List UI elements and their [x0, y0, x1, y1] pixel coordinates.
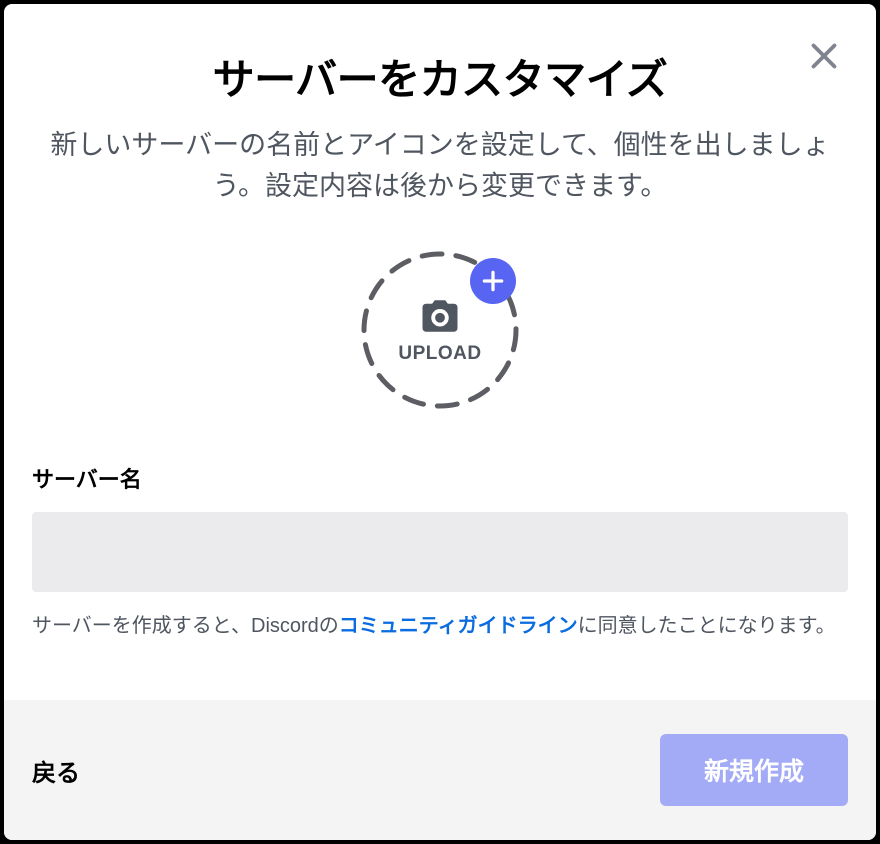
plus-badge — [470, 258, 516, 304]
create-button[interactable]: 新規作成 — [660, 734, 848, 806]
server-name-label: サーバー名 — [32, 462, 848, 494]
customize-server-modal: サーバーをカスタマイズ 新しいサーバーの名前とアイコンを設定して、個性を出しまし… — [4, 4, 876, 840]
community-guidelines-link[interactable]: コミュニティガイドライン — [339, 615, 578, 637]
close-button[interactable] — [802, 34, 846, 78]
guidelines-prefix: サーバーを作成すると、Discordの — [32, 615, 339, 637]
guidelines-text: サーバーを作成すると、Discordのコミュニティガイドラインに同意したことにな… — [32, 610, 848, 642]
upload-inner: UPLOAD — [398, 295, 481, 365]
server-icon-upload[interactable]: UPLOAD — [360, 250, 520, 410]
camera-icon — [419, 295, 461, 337]
upload-label: UPLOAD — [398, 343, 481, 365]
modal-title: サーバーをカスタマイズ — [213, 46, 668, 107]
plus-icon — [480, 268, 506, 294]
modal-subtitle: 新しいサーバーの名前とアイコンを設定して、個性を出しましょう。設定内容は後から変… — [50, 125, 830, 206]
guidelines-suffix: に同意したことになります。 — [578, 615, 836, 637]
modal-body: サーバーをカスタマイズ 新しいサーバーの名前とアイコンを設定して、個性を出しまし… — [4, 4, 876, 700]
modal-footer: 戻る 新規作成 — [4, 700, 876, 840]
form-section: サーバー名 サーバーを作成すると、Discordのコミュニティガイドラインに同意… — [32, 462, 848, 642]
back-button[interactable]: 戻る — [32, 753, 80, 788]
server-name-input[interactable] — [32, 512, 848, 592]
close-icon — [806, 38, 842, 74]
